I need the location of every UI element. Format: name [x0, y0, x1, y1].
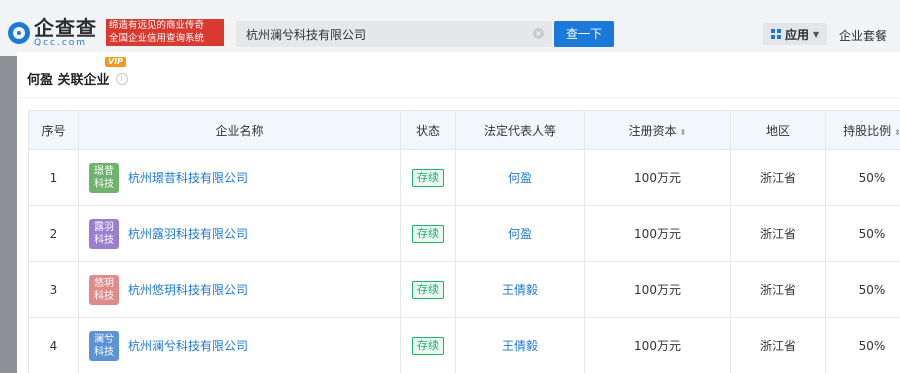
row-number: 2	[28, 205, 79, 262]
search-value[interactable]: 杭州澜兮科技有限公司	[246, 26, 366, 43]
sort-icon[interactable]: ⬍	[894, 128, 900, 137]
slogan-banner: 缔造有远见的商业传奇 全国企业信用查询系统	[106, 19, 224, 46]
region-cell: 浙江省	[730, 149, 826, 206]
col-header-share[interactable]: 持股比例 ⬍	[825, 110, 900, 150]
table-row: 3 悠玥 科技 杭州悠玥科技有限公司 存续 王倩毅 100万元 浙江省 50%	[28, 261, 900, 318]
rep-cell: 何盈	[455, 149, 585, 206]
status-cell: 存续	[400, 149, 456, 206]
info-icon[interactable]: i	[115, 72, 128, 85]
modal-title: 何盈 关联企业 i	[27, 69, 128, 88]
capital-cell: 100万元	[584, 261, 731, 318]
company-logo[interactable]: 澜兮 科技	[89, 330, 119, 361]
col-header-rep: 法定代表人等	[455, 110, 585, 150]
table-row: 1 璟昔 科技 杭州璟昔科技有限公司 存续 何盈 100万元 浙江省 50%	[28, 149, 900, 206]
logo-domain: Qcc.com	[34, 38, 88, 48]
legal-rep-link[interactable]: 王倩毅	[502, 283, 538, 297]
logo[interactable]: 企查查 Qcc.com	[8, 18, 97, 48]
company-name-link[interactable]: 杭州澜兮科技有限公司	[128, 337, 248, 354]
company-cell: 露羽 科技 杭州露羽科技有限公司	[78, 205, 401, 262]
col-header-company: 企业名称	[78, 110, 401, 150]
company-cell: 悠玥 科技 杭州悠玥科技有限公司	[78, 261, 401, 318]
region-cell: 浙江省	[730, 261, 826, 318]
apps-grid-icon	[771, 29, 781, 39]
logo-name: 企查查	[34, 16, 97, 40]
divider	[17, 97, 900, 98]
modal-title-text: 何盈 关联企业	[27, 73, 110, 88]
legal-rep-link[interactable]: 何盈	[508, 171, 532, 185]
rep-cell: 王倩毅	[455, 317, 585, 373]
region-cell: 浙江省	[730, 317, 826, 373]
related-companies-modal: 何盈 关联企业 i VIP 序号 企业名称 状态 法定代表人等 注册资本 ⬍ 地区…	[17, 52, 900, 373]
table-header-row: 序号 企业名称 状态 法定代表人等 注册资本 ⬍ 地区 持股比例 ⬍	[28, 110, 900, 150]
qcc-logo-icon	[8, 22, 30, 44]
row-number: 4	[28, 317, 79, 373]
row-number: 3	[28, 261, 79, 318]
company-logo[interactable]: 露羽 科技	[89, 218, 119, 249]
table-row: 4 澜兮 科技 杭州澜兮科技有限公司 存续 王倩毅 100万元 浙江省 50%	[28, 317, 900, 373]
company-name-link[interactable]: 杭州璟昔科技有限公司	[128, 169, 248, 186]
col-header-no: 序号	[28, 110, 79, 150]
rep-cell: 王倩毅	[455, 261, 585, 318]
status-cell: 存续	[400, 317, 456, 373]
share-cell: 50%	[825, 261, 900, 318]
apps-button[interactable]: 应用 ▼	[763, 23, 828, 45]
related-companies-table: 序号 企业名称 状态 法定代表人等 注册资本 ⬍ 地区 持股比例 ⬍ 1 璟昔 科技 …	[28, 110, 900, 373]
sort-icon[interactable]: ⬍	[680, 128, 687, 137]
package-link[interactable]: 企业套餐	[839, 27, 887, 44]
top-header: 企查查 Qcc.com 缔造有远见的商业传奇 全国企业信用查询系统 杭州澜兮科技…	[0, 0, 900, 56]
clear-icon[interactable]: ×	[533, 28, 544, 39]
status-badge: 存续	[412, 224, 444, 243]
col-header-region: 地区	[730, 110, 826, 150]
company-cell: 澜兮 科技 杭州澜兮科技有限公司	[78, 317, 401, 373]
capital-cell: 100万元	[584, 317, 731, 373]
slogan-line-2: 全国企业信用查询系统	[109, 33, 205, 44]
table-row: 2 露羽 科技 杭州露羽科技有限公司 存续 何盈 100万元 浙江省 50%	[28, 205, 900, 262]
vip-badge: VIP	[105, 57, 127, 67]
status-badge: 存续	[412, 168, 444, 187]
company-logo[interactable]: 璟昔 科技	[89, 162, 119, 193]
row-number: 1	[28, 149, 79, 206]
company-logo[interactable]: 悠玥 科技	[89, 274, 119, 305]
legal-rep-link[interactable]: 王倩毅	[502, 339, 538, 353]
slogan-line-1: 缔造有远见的商业传奇	[109, 20, 205, 31]
rep-cell: 何盈	[455, 205, 585, 262]
col-header-capital[interactable]: 注册资本 ⬍	[584, 110, 731, 150]
status-badge: 存续	[412, 336, 444, 355]
company-cell: 璟昔 科技 杭州璟昔科技有限公司	[78, 149, 401, 206]
share-cell: 50%	[825, 149, 900, 206]
caret-down-icon: ▼	[813, 29, 820, 39]
status-cell: 存续	[400, 261, 456, 318]
status-badge: 存续	[412, 280, 444, 299]
company-name-link[interactable]: 杭州悠玥科技有限公司	[128, 281, 248, 298]
legal-rep-link[interactable]: 何盈	[508, 227, 532, 241]
capital-cell: 100万元	[584, 149, 731, 206]
company-name-link[interactable]: 杭州露羽科技有限公司	[128, 225, 248, 242]
status-cell: 存续	[400, 205, 456, 262]
col-header-status: 状态	[400, 110, 456, 150]
apps-label: 应用	[785, 27, 810, 42]
search-input[interactable]: 杭州澜兮科技有限公司 ×	[236, 21, 552, 47]
share-cell: 50%	[825, 205, 900, 262]
region-cell: 浙江省	[730, 205, 826, 262]
capital-cell: 100万元	[584, 205, 731, 262]
search-button[interactable]: 查一下	[554, 21, 614, 47]
share-cell: 50%	[825, 317, 900, 373]
